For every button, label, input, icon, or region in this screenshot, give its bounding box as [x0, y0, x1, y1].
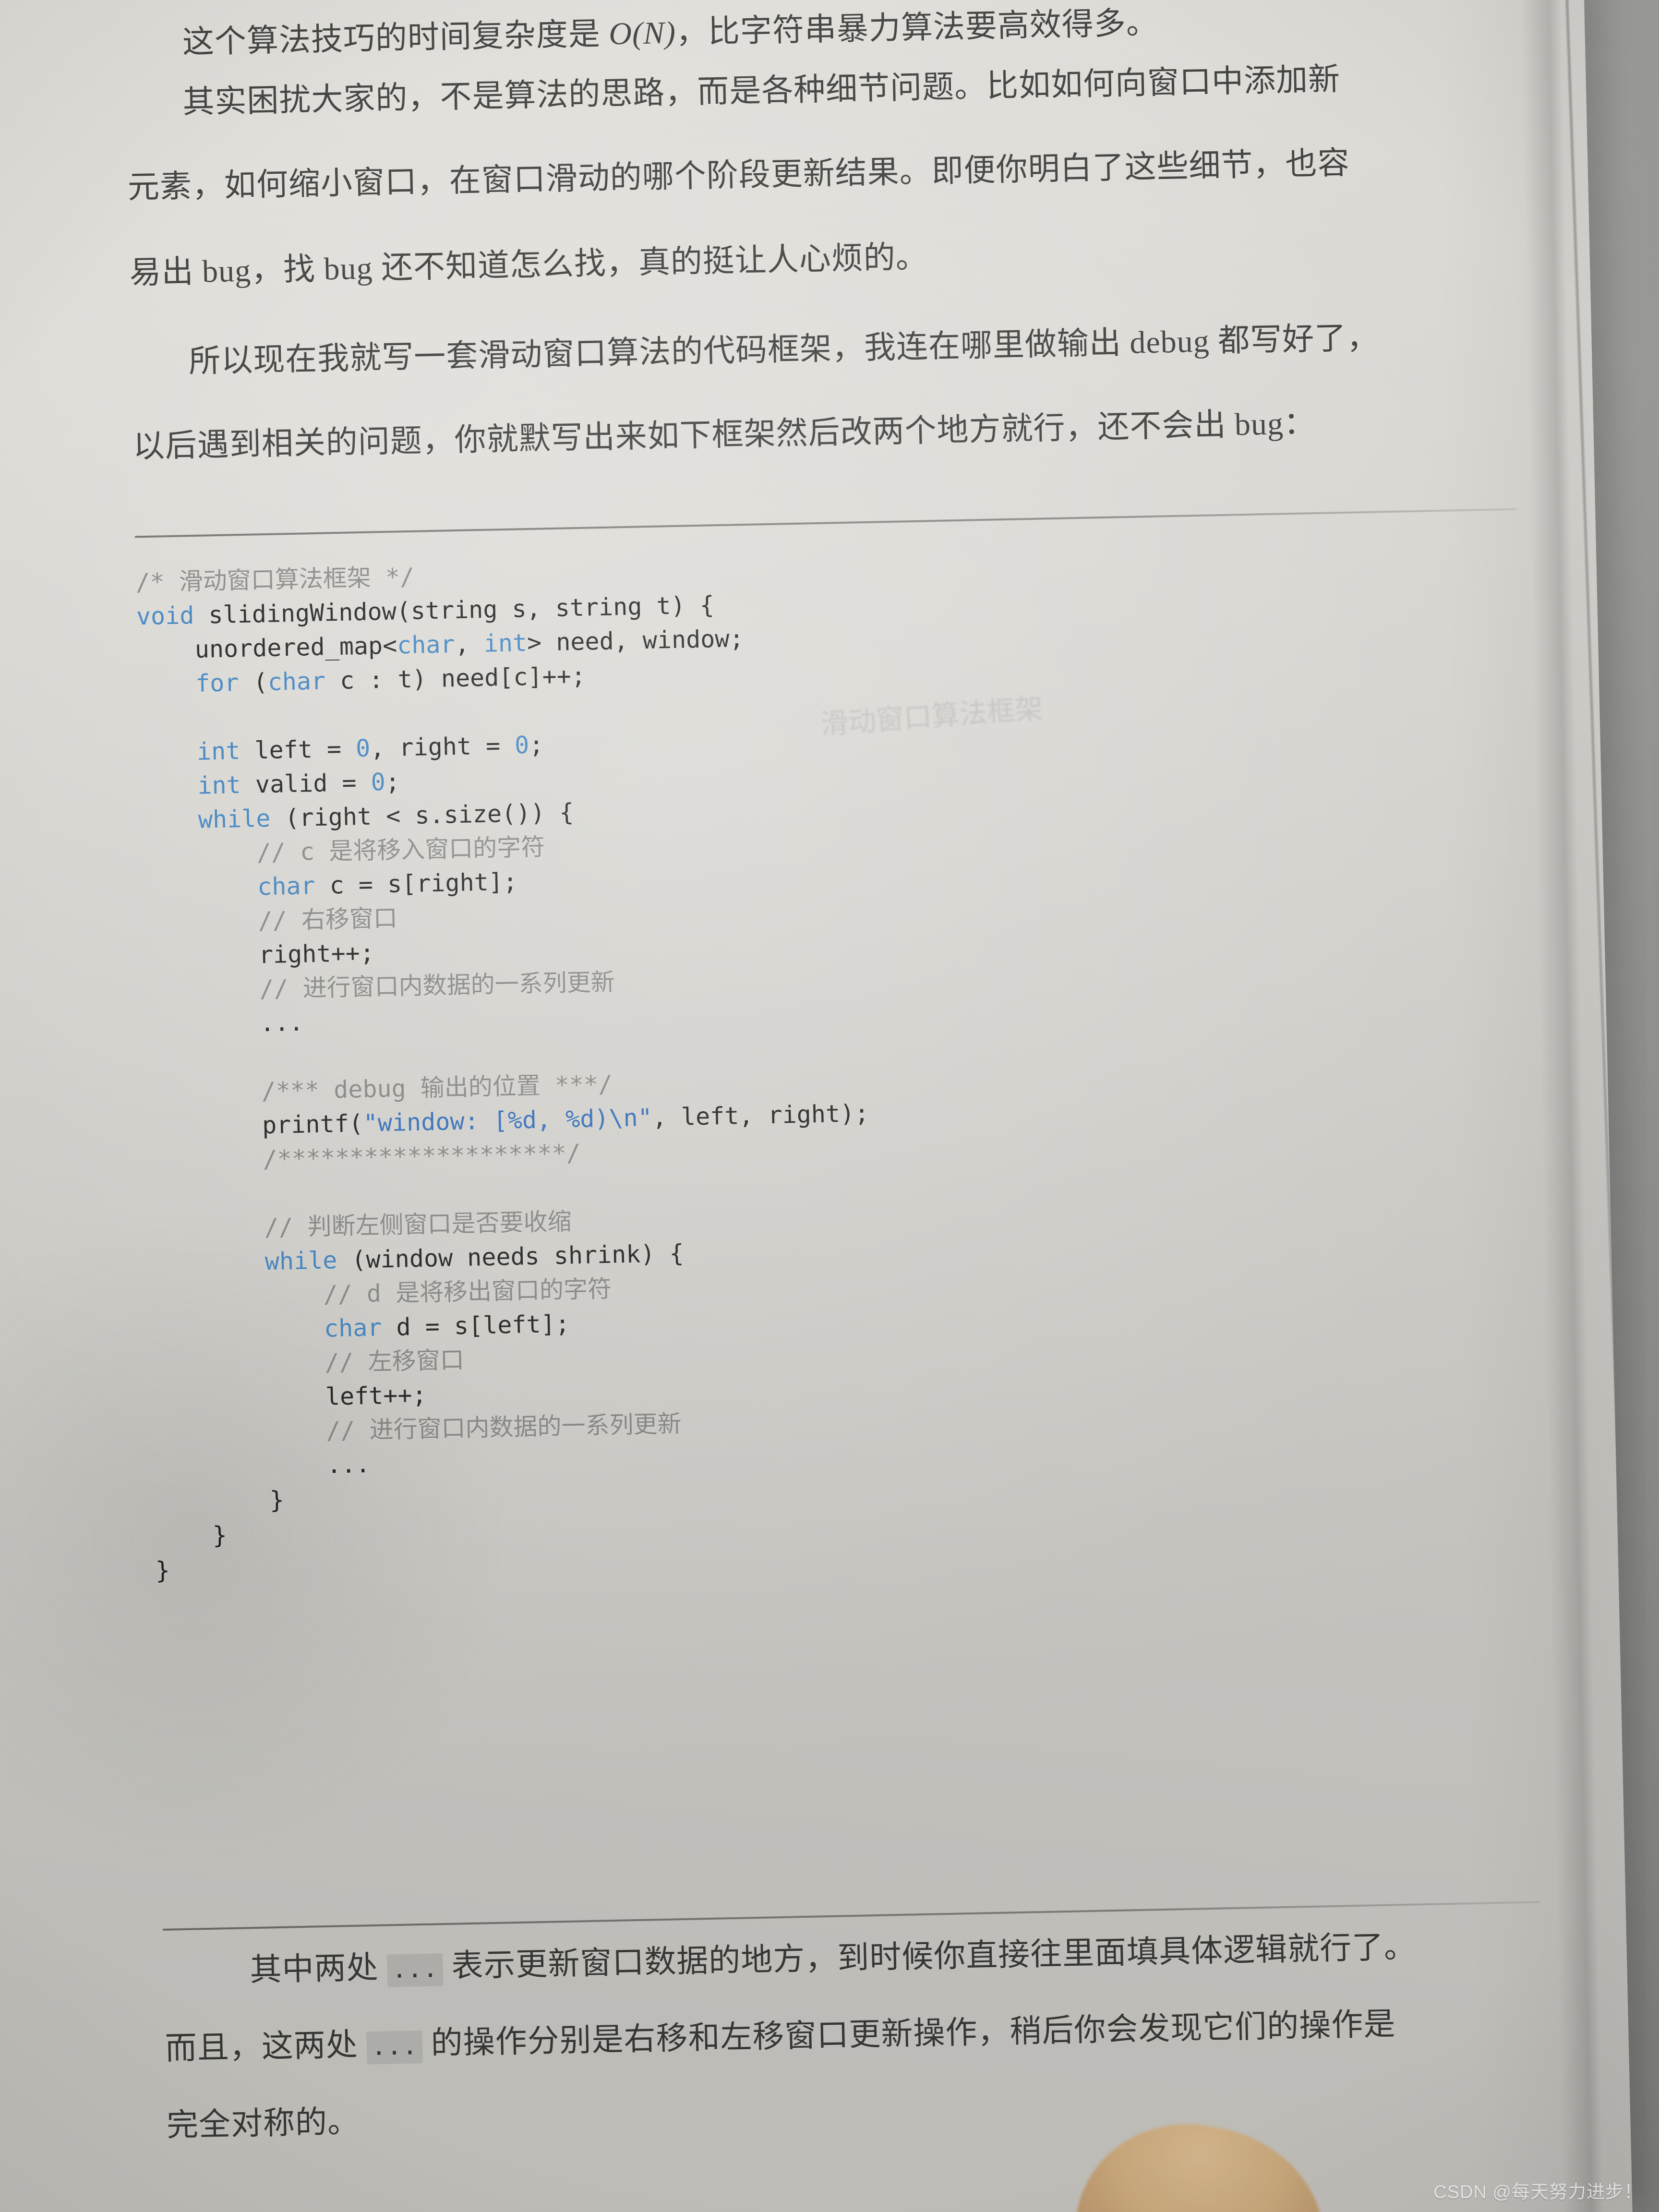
paragraph-line-6: 以后遇到相关的问题，你就默写出来如下框架然后改两个地方就行，还不会出 bug：: [132, 406, 1316, 465]
inline-code-ellipsis-2: ...: [366, 2031, 423, 2065]
code-token-plain: d = s[left];: [381, 1310, 570, 1342]
closing-line-1-pre: 其中两处: [249, 1950, 387, 1988]
code-token-plain: ;: [529, 731, 544, 759]
closing-line-2: 而且，这两处 ... 的操作分别是右移和左移窗口更新操作，稍后你会发现它们的操作…: [165, 2007, 1396, 2067]
code-token-plain: }: [155, 1556, 170, 1585]
code-token-plain: (window needs shrink) {: [337, 1239, 685, 1274]
code-token-kw: for: [195, 669, 240, 697]
paragraph-line-2: 其实困扰大家的，不是算法的思路，而是各种细节问题。比如如何向窗口中添加新: [182, 61, 1341, 120]
code-token-comment: // 左移窗口: [151, 1346, 465, 1381]
code-token-plain: > need, window;: [527, 625, 745, 657]
closing-line-2-post: 的操作分别是右移和左移窗口更新操作，稍后你会发现它们的操作是: [422, 2007, 1396, 2062]
code-token-plain: (: [238, 668, 268, 697]
code-token-plain: valid =: [240, 768, 372, 799]
paragraph-line-5: 所以现在我就写一套滑动窗口算法的代码框架，我连在哪里做输出 debug 都写好了…: [188, 320, 1379, 380]
code-block-bottom-rule: [162, 1901, 1540, 1931]
code-token-kw: char: [397, 630, 456, 660]
code-token-plain: c = s[right];: [314, 867, 518, 900]
paragraph-line-1-pre: 这个算法技巧的时间复杂度是: [182, 16, 610, 60]
code-token-plain: , right =: [370, 731, 515, 762]
code-token-kw: char: [257, 872, 316, 901]
code-block: /* 滑动窗口算法框架 */void slidingWindow(string …: [135, 551, 878, 1588]
code-token-plain: , left, right);: [652, 1099, 869, 1132]
code-token-plain: left =: [240, 734, 356, 765]
code-token-plain: ...: [153, 1450, 371, 1483]
code-token-comment: // 进行窗口内数据的一系列更新: [144, 968, 615, 1006]
code-token-plain: }: [154, 1486, 285, 1517]
code-token-comment: /* 滑动窗口算法框架 */: [135, 563, 415, 597]
code-token-plain: ;: [385, 768, 400, 796]
code-token-comment: /*** debug 输出的位置 ***/: [145, 1070, 613, 1108]
code-token-comment: // 右移窗口: [142, 904, 398, 938]
paragraph-line-1-post: ，比字符串暴力算法要高效得多。: [675, 5, 1159, 50]
inline-code-ellipsis-1: ...: [386, 1953, 444, 1987]
code-token-str: "window: [%d, %d)\n": [363, 1104, 653, 1138]
code-token-num: 0: [355, 734, 371, 763]
code-token-comment: /********************/: [147, 1139, 581, 1176]
page-content: 这个算法技巧的时间复杂度是 O(N)，比字符串暴力算法要高效得多。 其实困扰大家…: [0, 0, 1659, 2212]
code-token-kw: while: [198, 804, 271, 834]
code-token-comment: // 判断左侧窗口是否要收缩: [148, 1207, 572, 1244]
code-token-comment: // c 是将移入窗口的字符: [141, 833, 545, 869]
code-token-kw: int: [196, 737, 240, 766]
code-token-plain: ,: [454, 629, 484, 659]
code-token-plain: ...: [144, 1008, 304, 1040]
code-token-plain: left++;: [152, 1381, 427, 1415]
code-token-plain: unordered_map<: [136, 631, 397, 665]
code-block-top-rule: [134, 508, 1517, 538]
code-token-kw: void: [136, 601, 194, 631]
code-token-comment: // d 是将移出窗口的字符: [149, 1274, 612, 1312]
closing-line-1-post: 表示更新窗口数据的地方，到时候你直接往里面填具体逻辑就行了。: [443, 1929, 1417, 1984]
code-token-kw: while: [264, 1246, 337, 1276]
code-token-num: 0: [514, 731, 529, 759]
page-photo: 这个算法技巧的时间复杂度是 O(N)，比字符串暴力算法要高效得多。 其实困扰大家…: [0, 0, 1659, 2212]
code-token-plain: printf(: [146, 1109, 364, 1142]
closing-line-1: 其中两处 ... 表示更新窗口数据的地方，到时候你直接往里面填具体逻辑就行了。: [249, 1929, 1417, 1988]
code-token-kw: int: [483, 629, 528, 658]
paragraph-line-3: 元素，如何缩小窗口，在窗口滑动的哪个阶段更新结果。即便你明白了这些细节，也容: [127, 145, 1350, 205]
code-token-plain: right++;: [143, 938, 375, 972]
code-token-kw: int: [197, 771, 241, 800]
code-token-plain: }: [154, 1521, 228, 1551]
closing-line-2-pre: 而且，这两处: [165, 2027, 367, 2067]
code-token-plain: (right < s.size()) {: [270, 798, 575, 832]
code-token-num: 0: [371, 768, 386, 796]
code-token-kw: char: [267, 667, 326, 696]
closing-line-3: 完全对称的。: [166, 2104, 360, 2143]
csdn-watermark: CSDN @每天努力进步！: [1433, 2182, 1643, 2202]
code-token-plain: c : t) need[c]++;: [325, 661, 586, 695]
paragraph-line-1: 这个算法技巧的时间复杂度是 O(N)，比字符串暴力算法要高效得多。: [182, 5, 1159, 60]
paragraph-line-4: 易出 bug，找 bug 还不知道怎么找，真的挺让人心烦的。: [129, 240, 928, 291]
code-token-kw: char: [324, 1313, 383, 1343]
complexity-notation: O(N): [608, 15, 676, 52]
code-token-comment: // 进行窗口内数据的一系列更新: [152, 1409, 682, 1449]
